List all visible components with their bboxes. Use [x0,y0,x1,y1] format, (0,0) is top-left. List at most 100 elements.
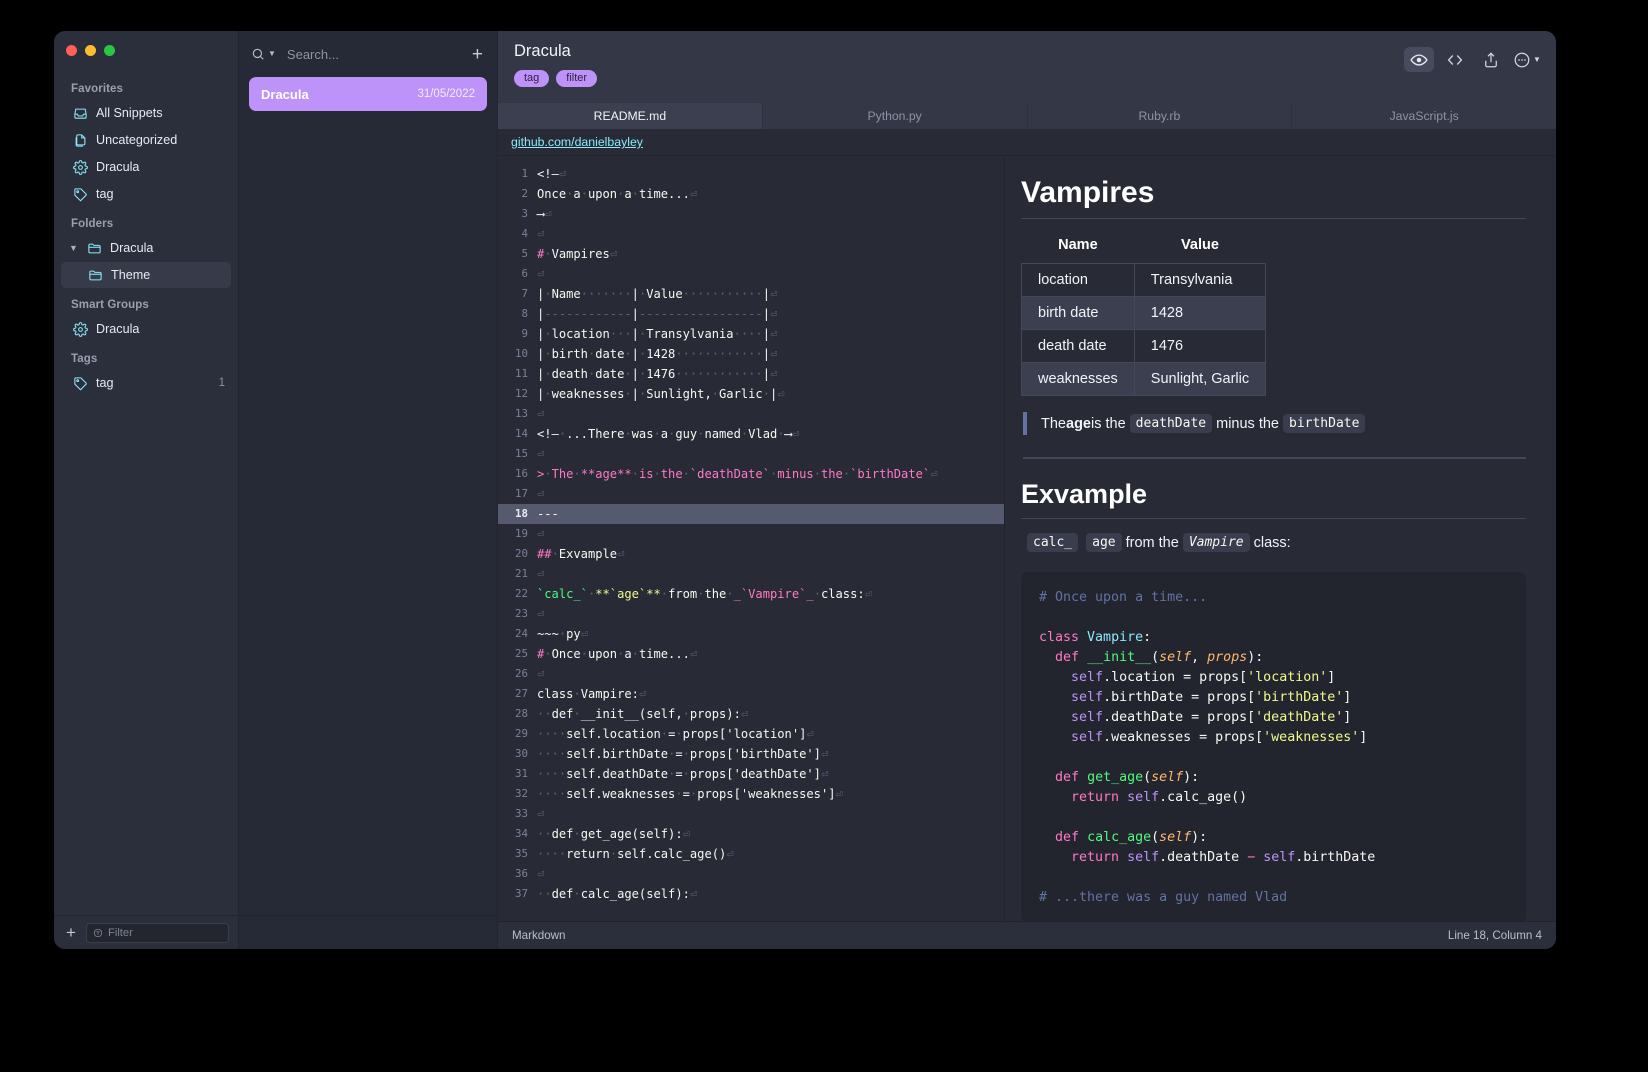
preview-eye-icon[interactable] [1404,47,1434,72]
line-content[interactable]: ⏎ [537,604,1004,624]
more-icon[interactable]: ▼ [1512,47,1542,72]
line-content[interactable]: ⏎ [537,664,1004,684]
editor-line[interactable]: 19⏎ [498,524,1004,544]
close-button[interactable] [66,45,77,56]
line-content[interactable]: ⏎ [537,564,1004,584]
line-content[interactable]: >·The·**age**·is·the·`deathDate`·minus·t… [537,464,1004,484]
editor-line[interactable]: 15⏎ [498,444,1004,464]
editor-line[interactable]: 12|·weaknesses·|·Sunlight,·Garlic·|⏎ [498,384,1004,404]
sidebar-item-tag-favorite[interactable]: tag [61,181,231,207]
editor-line[interactable]: 14<!—·...There·was·a·guy·named·Vlad·⟶⏎ [498,424,1004,444]
editor-line[interactable]: 27class·Vampire:⏎ [498,684,1004,704]
editor-line[interactable]: 4⏎ [498,224,1004,244]
sidebar-filter-input[interactable]: Filter [86,923,229,943]
line-content[interactable]: ⏎ [537,524,1004,544]
editor-line[interactable]: 32····self.weaknesses·=·props['weaknesse… [498,784,1004,804]
line-content[interactable]: ##·Exvample⏎ [537,544,1004,564]
line-content[interactable]: ⏎ [537,484,1004,504]
tag-badge-filter[interactable]: filter [556,70,597,87]
sidebar-item-dracula-favorite[interactable]: Dracula [61,154,231,180]
share-icon[interactable] [1476,47,1506,72]
line-content[interactable]: Once·a·upon·a·time...⏎ [537,184,1004,204]
sidebar-item-uncategorized[interactable]: Uncategorized [61,127,231,153]
tab-python-py[interactable]: Python.py [763,103,1028,129]
status-language[interactable]: Markdown [512,929,1448,942]
editor-line[interactable]: 29····self.location·=·props['location']⏎ [498,724,1004,744]
editor-line[interactable]: 7|·Name·······|·Value···········|⏎ [498,284,1004,304]
editor-line[interactable]: 22`calc_`·**`age`**·from·the·_`Vampire`_… [498,584,1004,604]
editor-line[interactable]: 5#·Vampires⏎ [498,244,1004,264]
editor-line[interactable]: 35····return·self.calc_age()⏎ [498,844,1004,864]
line-content[interactable]: ····self.deathDate·=·props['deathDate']⏎ [537,764,1004,784]
line-content[interactable]: ····self.birthDate·=·props['birthDate']⏎ [537,744,1004,764]
line-content[interactable]: ⏎ [537,224,1004,244]
line-content[interactable]: |·location···|·Transylvania····|⏎ [537,324,1004,344]
editor-line[interactable]: 20##·Exvample⏎ [498,544,1004,564]
editor-line[interactable]: 17⏎ [498,484,1004,504]
sidebar-item-folder-theme[interactable]: Theme [61,262,231,288]
line-content[interactable]: ⏎ [537,404,1004,424]
chevron-down-icon[interactable]: ▼ [1533,55,1541,64]
source-url-link[interactable]: github.com/danielbayley [511,135,643,149]
line-content[interactable]: |·death·date·|·1476············|⏎ [537,364,1004,384]
editor-line[interactable]: 34··def·get_age(self):⏎ [498,824,1004,844]
editor-line[interactable]: 8|------------|-----------------|⏎ [498,304,1004,324]
chevron-down-icon[interactable]: ▼ [69,244,79,253]
editor-line[interactable]: 36⏎ [498,864,1004,884]
search-icon[interactable]: ▼ [251,47,276,61]
sidebar-item-all-snippets[interactable]: All Snippets [61,100,231,126]
chevron-down-icon[interactable]: ▼ [268,50,276,58]
line-content[interactable]: `calc_`·**`age`**·from·the·_`Vampire`_·c… [537,584,1004,604]
editor-line[interactable]: 2Once·a·upon·a·time...⏎ [498,184,1004,204]
snippet-list-item-dracula[interactable]: Dracula 31/05/2022 [249,77,487,111]
editor-line[interactable]: 31····self.deathDate·=·props['deathDate'… [498,764,1004,784]
editor-line[interactable]: 3⟶⏎ [498,204,1004,224]
editor-line[interactable]: 9|·location···|·Transylvania····|⏎ [498,324,1004,344]
tab-javascript-js[interactable]: JavaScript.js [1292,103,1556,129]
zoom-button[interactable] [104,45,115,56]
sidebar-item-tag[interactable]: tag 1 [61,370,231,396]
line-content[interactable]: ··def·calc_age(self):⏎ [537,884,1004,904]
markdown-editor[interactable]: 1<!—⏎2Once·a·upon·a·time...⏎3⟶⏎4⏎5#·Vamp… [498,156,1005,921]
line-content[interactable]: ··def·__init__(self,·props):⏎ [537,704,1004,724]
line-content[interactable]: |·weaknesses·|·Sunlight,·Garlic·|⏎ [537,384,1004,404]
code-view-icon[interactable] [1440,47,1470,72]
line-content[interactable]: |·Name·······|·Value···········|⏎ [537,284,1004,304]
minimize-button[interactable] [85,45,96,56]
tag-badge-tag[interactable]: tag [514,70,549,87]
new-snippet-button[interactable]: + [472,45,483,64]
editor-line[interactable]: 18--- [498,504,1004,524]
sidebar-item-smartgroup-dracula[interactable]: Dracula [61,316,231,342]
line-content[interactable]: ··def·get_age(self):⏎ [537,824,1004,844]
line-content[interactable]: ⏎ [537,444,1004,464]
editor-line[interactable]: 21⏎ [498,564,1004,584]
line-content[interactable]: ~~~·py⏎ [537,624,1004,644]
tab-readme-md[interactable]: README.md [498,103,763,129]
search-input[interactable] [282,47,466,62]
line-content[interactable]: ⏎ [537,864,1004,884]
editor-line[interactable]: 37··def·calc_age(self):⏎ [498,884,1004,904]
line-content[interactable]: #·Once·upon·a·time...⏎ [537,644,1004,664]
sidebar-item-folder-dracula[interactable]: ▼ Dracula [61,235,231,261]
editor-line[interactable]: 28··def·__init__(self,·props):⏎ [498,704,1004,724]
editor-line[interactable]: 1<!—⏎ [498,164,1004,184]
line-content[interactable]: |------------|-----------------|⏎ [537,304,1004,324]
line-content[interactable]: ⟶⏎ [537,204,1004,224]
editor-line[interactable]: 13⏎ [498,404,1004,424]
editor-line[interactable]: 24~~~·py⏎ [498,624,1004,644]
editor-line[interactable]: 26⏎ [498,664,1004,684]
line-content[interactable]: ····self.location·=·props['location']⏎ [537,724,1004,744]
editor-line[interactable]: 11|·death·date·|·1476············|⏎ [498,364,1004,384]
line-content[interactable]: <!—·...There·was·a·guy·named·Vlad·⟶⏎ [537,424,1004,444]
editor-line[interactable]: 25#·Once·upon·a·time...⏎ [498,644,1004,664]
line-content[interactable]: #·Vampires⏎ [537,244,1004,264]
editor-line[interactable]: 16>·The·**age**·is·the·`deathDate`·minus… [498,464,1004,484]
line-content[interactable]: ⏎ [537,804,1004,824]
line-content[interactable]: ····self.weaknesses·=·props['weaknesses'… [537,784,1004,804]
line-content[interactable]: <!—⏎ [537,164,1004,184]
line-content[interactable]: class·Vampire:⏎ [537,684,1004,704]
line-content[interactable]: |·birth·date·|·1428············|⏎ [537,344,1004,364]
editor-line[interactable]: 23⏎ [498,604,1004,624]
line-content[interactable]: ····return·self.calc_age()⏎ [537,844,1004,864]
editor-line[interactable]: 10|·birth·date·|·1428············|⏎ [498,344,1004,364]
